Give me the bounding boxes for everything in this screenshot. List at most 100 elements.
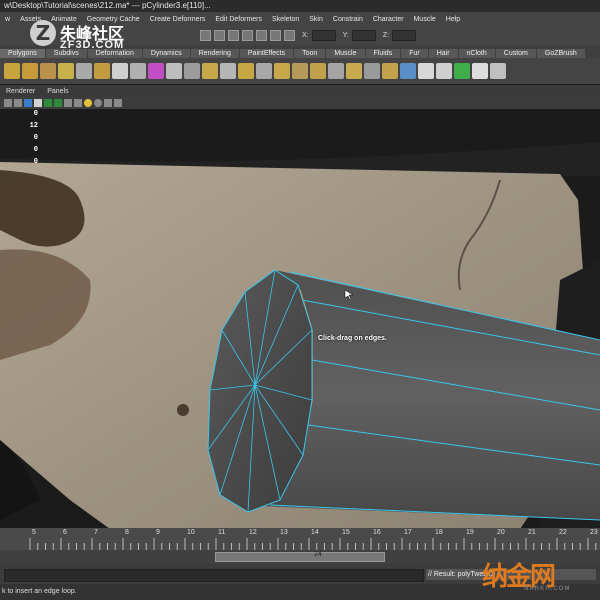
menu-skeleton[interactable]: Skeleton — [267, 16, 304, 23]
viewport-perspective[interactable] — [0, 109, 600, 529]
tab-toon[interactable]: Toon — [294, 49, 326, 58]
timeline-tick-label: 20 — [497, 529, 505, 536]
smooth-shade-icon[interactable] — [34, 99, 42, 107]
xray-icon[interactable] — [74, 99, 82, 107]
coord-y-field[interactable] — [351, 30, 376, 41]
merge-icon[interactable] — [364, 63, 380, 79]
menu-panels[interactable]: Panels — [41, 88, 74, 95]
isolate-icon[interactable] — [94, 99, 102, 107]
hud-value: 12 — [29, 122, 38, 130]
resolution-gate-icon[interactable] — [114, 99, 122, 107]
poly-torus-icon[interactable] — [94, 63, 110, 79]
snap-grid-icon[interactable] — [200, 30, 211, 41]
timeline-tick-label: 23 — [590, 529, 598, 536]
planar-map-icon[interactable] — [454, 63, 470, 79]
bevel-icon[interactable] — [292, 63, 308, 79]
timeline-tick-label: 19 — [466, 529, 474, 536]
menu-create-deformers[interactable]: Create Deformers — [145, 16, 211, 23]
offset-edge-loop-icon[interactable] — [346, 63, 362, 79]
insert-edge-loop-icon[interactable] — [328, 63, 344, 79]
menu-window[interactable]: w — [0, 16, 15, 23]
tool-tooltip: Click-drag on edges. — [318, 335, 387, 342]
shadows-icon[interactable] — [64, 99, 72, 107]
boolean-icon[interactable] — [184, 63, 200, 79]
tab-polygons[interactable]: Polygons — [0, 49, 45, 58]
menu-muscle[interactable]: Muscle — [409, 16, 441, 23]
wireframe-icon[interactable] — [24, 99, 32, 107]
automatic-map-icon[interactable] — [490, 63, 506, 79]
zf3d-logo: Z — [30, 20, 56, 46]
time-slider[interactable]: 5 6 7 8 9 10 11 12 13 14 15 16 17 18 19 20 21 22 23 — [0, 528, 600, 550]
tab-dynamics[interactable]: Dynamics — [142, 49, 190, 58]
menu-renderer[interactable]: Renderer — [0, 88, 41, 95]
render-icon[interactable] — [242, 30, 253, 41]
hud-value: 0 — [33, 110, 38, 118]
panel-toolbar — [0, 97, 600, 109]
timeline-tick-label: 8 — [125, 529, 129, 536]
timeline-tick-label: 11 — [218, 529, 226, 536]
extrude-icon[interactable] — [274, 63, 290, 79]
tab-custom[interactable]: Custom — [495, 49, 536, 58]
tab-ncloth[interactable]: nCloth — [458, 49, 495, 58]
cylindrical-map-icon[interactable] — [472, 63, 488, 79]
range-end-value[interactable]: 24 — [314, 551, 322, 558]
uv-editor-icon[interactable] — [436, 63, 452, 79]
coord-z-label: Z: — [382, 32, 390, 39]
ipr-render-icon[interactable] — [256, 30, 267, 41]
render-settings-icon[interactable] — [270, 30, 281, 41]
use-lights-icon[interactable] — [54, 99, 62, 107]
tab-rendering[interactable]: Rendering — [190, 49, 239, 58]
fill-hole-icon[interactable] — [220, 63, 236, 79]
poly-plane-icon[interactable] — [76, 63, 92, 79]
combine-icon[interactable] — [112, 63, 128, 79]
timeline-ticks — [29, 538, 597, 550]
timeline-tick-label: 9 — [156, 529, 160, 536]
mirror-icon[interactable] — [202, 63, 218, 79]
input-line-icon[interactable] — [284, 30, 295, 41]
timeline-tick-label: 15 — [342, 529, 350, 536]
menu-edit-deformers[interactable]: Edit Deformers — [210, 16, 267, 23]
timeline-tick-label: 12 — [249, 529, 257, 536]
select-camera-icon[interactable] — [4, 99, 12, 107]
coord-z-field[interactable] — [392, 30, 417, 41]
poly-cylinder-icon[interactable] — [40, 63, 56, 79]
timeline-tick-label: 21 — [528, 529, 536, 536]
grid-icon[interactable] — [104, 99, 112, 107]
textured-icon[interactable] — [44, 99, 52, 107]
poly-cone-icon[interactable] — [58, 63, 74, 79]
tab-fluids[interactable]: Fluids — [365, 49, 401, 58]
viewport-canvas — [0, 109, 600, 529]
tab-fur[interactable]: Fur — [401, 49, 428, 58]
coord-y-label: Y: — [342, 32, 349, 39]
bridge-icon[interactable] — [238, 63, 254, 79]
timeline-tick-label: 22 — [559, 529, 567, 536]
tab-painteffects[interactable]: PaintEffects — [239, 49, 294, 58]
snap-curve-icon[interactable] — [214, 30, 225, 41]
collapse-icon[interactable] — [382, 63, 398, 79]
command-input[interactable] — [4, 569, 424, 582]
camera-attributes-icon[interactable] — [14, 99, 22, 107]
smooth-icon[interactable] — [148, 63, 164, 79]
separate-icon[interactable] — [130, 63, 146, 79]
shelf-icon-row — [0, 58, 600, 84]
snap-point-icon[interactable] — [228, 30, 239, 41]
tab-hair[interactable]: Hair — [428, 49, 458, 58]
sculpt-icon[interactable] — [400, 63, 416, 79]
poly-cube-icon[interactable] — [22, 63, 38, 79]
poly-count-hud: 0 12 0 0 0 — [28, 108, 38, 168]
timeline-tick-label: 16 — [373, 529, 381, 536]
append-polygon-icon[interactable] — [256, 63, 272, 79]
range-slider[interactable] — [215, 552, 385, 562]
tab-muscle[interactable]: Muscle — [326, 49, 365, 58]
checker-uv-icon[interactable] — [418, 63, 434, 79]
tab-gozbrush[interactable]: GoZBrush — [536, 49, 585, 58]
poly-sphere-icon[interactable] — [4, 63, 20, 79]
light-icon[interactable] — [84, 99, 92, 107]
menu-skin[interactable]: Skin — [304, 16, 328, 23]
menu-help[interactable]: Help — [441, 16, 465, 23]
menu-character[interactable]: Character — [368, 16, 409, 23]
menu-constrain[interactable]: Constrain — [328, 16, 368, 23]
extract-icon[interactable] — [166, 63, 182, 79]
split-polygon-icon[interactable] — [310, 63, 326, 79]
coord-x-field[interactable] — [311, 30, 336, 41]
